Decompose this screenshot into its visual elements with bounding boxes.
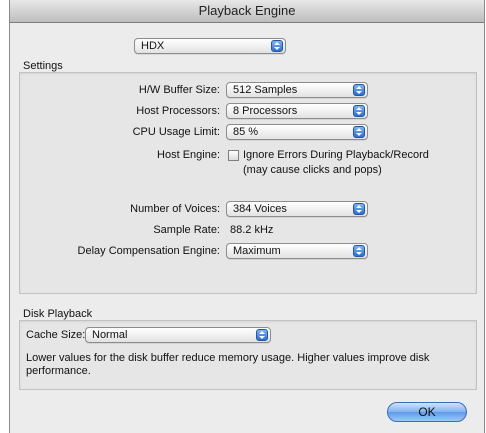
cache-size-value: Normal bbox=[92, 329, 128, 341]
updown-arrows-icon bbox=[256, 329, 268, 341]
hw-buffer-size-label: H/W Buffer Size: bbox=[138, 84, 220, 96]
hw-buffer-size-select[interactable]: 512 Samples bbox=[226, 82, 368, 98]
ignore-errors-checkbox[interactable] bbox=[228, 150, 239, 161]
engine-select-value: HDX bbox=[141, 40, 165, 52]
host-engine-label: Host Engine: bbox=[157, 149, 220, 161]
updown-arrows-icon bbox=[271, 40, 283, 52]
updown-arrows-icon bbox=[353, 84, 365, 96]
delay-compensation-label: Delay Compensation Engine: bbox=[77, 245, 220, 257]
ok-button[interactable]: OK bbox=[387, 402, 467, 422]
host-processors-select[interactable]: 8 Processors bbox=[226, 103, 368, 119]
number-of-voices-select[interactable]: 384 Voices bbox=[226, 201, 368, 217]
number-of-voices-label: Number of Voices: bbox=[130, 203, 220, 215]
ignore-errors-note: (may cause clicks and pops) bbox=[243, 164, 382, 176]
settings-panel: H/W Buffer Size: 512 Samples Host Proces… bbox=[19, 72, 477, 294]
host-processors-value: 8 Processors bbox=[233, 105, 298, 117]
window-title: Playback Engine bbox=[10, 0, 484, 23]
cpu-usage-limit-select[interactable]: 85 % bbox=[226, 124, 368, 140]
disk-playback-section-label: Disk Playback bbox=[23, 308, 93, 320]
updown-arrows-icon bbox=[353, 105, 365, 117]
delay-compensation-select[interactable]: Maximum bbox=[226, 243, 368, 259]
delay-compensation-value: Maximum bbox=[233, 245, 281, 257]
cache-size-select[interactable]: Normal bbox=[85, 327, 271, 343]
updown-arrows-icon bbox=[353, 126, 365, 138]
updown-arrows-icon bbox=[353, 245, 365, 257]
settings-section-label: Settings bbox=[23, 60, 63, 72]
host-processors-label: Host Processors: bbox=[136, 105, 220, 117]
number-of-voices-value: 384 Voices bbox=[233, 203, 287, 215]
updown-arrows-icon bbox=[353, 203, 365, 215]
disk-playback-panel: Cache Size: Normal Lower values for the … bbox=[19, 320, 477, 390]
ignore-errors-label: Ignore Errors During Playback/Record bbox=[243, 149, 429, 161]
disk-playback-description: Lower values for the disk buffer reduce … bbox=[26, 352, 430, 377]
cache-size-label: Cache Size: bbox=[26, 329, 86, 341]
sample-rate-value: 88.2 kHz bbox=[230, 224, 274, 236]
hw-buffer-size-value: 512 Samples bbox=[233, 84, 298, 96]
engine-select[interactable]: HDX bbox=[134, 38, 286, 54]
playback-engine-window: Playback Engine HDX Settings H/W Buffer … bbox=[9, 0, 485, 433]
sample-rate-label: Sample Rate: bbox=[153, 224, 220, 236]
cpu-usage-limit-value: 85 % bbox=[233, 126, 259, 138]
cpu-usage-limit-label: CPU Usage Limit: bbox=[132, 126, 220, 138]
